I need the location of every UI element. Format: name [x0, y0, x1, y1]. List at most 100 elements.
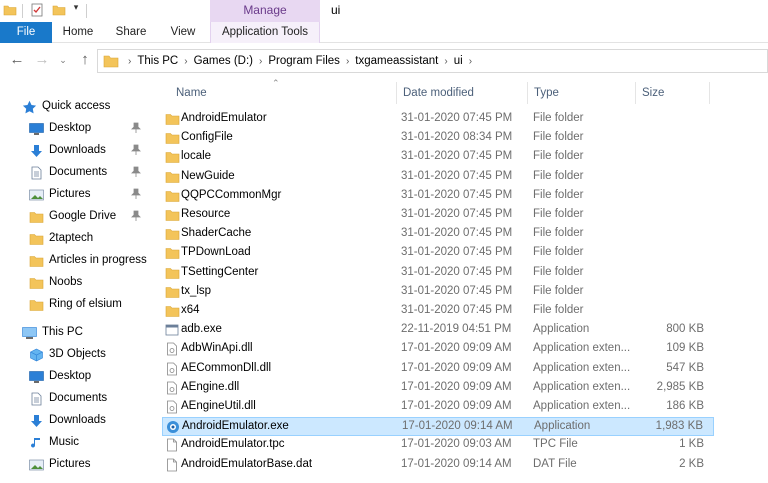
new-folder-icon[interactable]: [52, 3, 66, 17]
column-header-date-modified[interactable]: Date modified: [397, 82, 528, 104]
file-row[interactable]: AndroidEmulator 31-01-2020 07:45 PM File f…: [162, 110, 714, 129]
sidebar-item-desktop[interactable]: Desktop: [0, 118, 150, 140]
breadcrumb-segment[interactable]: Games (D:): [194, 55, 253, 67]
sidebar-item-documents[interactable]: Documents: [0, 162, 150, 184]
file-name: AECommonDll.dll: [181, 361, 272, 374]
file-type: File folder: [533, 131, 584, 144]
file-row[interactable]: locale 31-01-2020 07:45 PM File folder: [162, 148, 714, 167]
sidebar-item-pc-3d-objects[interactable]: 3D Objects: [0, 344, 150, 366]
address-bar[interactable]: › This PC › Games (D:) › Program Files › txgame…: [97, 49, 768, 73]
sidebar-item-2taptech[interactable]: 2taptech: [0, 228, 150, 250]
properties-icon[interactable]: [30, 3, 44, 17]
sidebar-item-pc-downloads[interactable]: Downloads: [0, 410, 150, 432]
file-date-modified: 31-01-2020 07:45 PM: [401, 208, 513, 220]
file-row[interactable]: AdbWinApi.dll 17-01-2020 09:09 AM Applicat…: [162, 340, 714, 359]
sidebar-item-pc-music[interactable]: Music: [0, 432, 150, 454]
sidebar-item-articles-in-progress[interactable]: Articles in progress: [0, 250, 150, 272]
back-arrow-icon[interactable]: ←: [8, 52, 26, 70]
chevron-right-icon[interactable]: ›: [178, 56, 193, 67]
recent-locations-chevron-icon[interactable]: ⌄: [54, 52, 72, 70]
emulator-app-icon: [166, 420, 180, 434]
sidebar-item-pc-desktop[interactable]: Desktop: [0, 366, 150, 388]
chevron-right-icon[interactable]: ›: [340, 56, 355, 67]
file-row[interactable]: AECommonDll.dll 17-01-2020 09:09 AM Applic…: [162, 360, 714, 379]
chevron-right-icon[interactable]: ›: [122, 56, 137, 67]
file-type: DAT File: [533, 457, 577, 470]
file-type: File folder: [533, 188, 584, 201]
chevron-right-icon[interactable]: ›: [438, 56, 453, 67]
file-row[interactable]: tx_lsp 31-01-2020 07:45 PM File folder: [162, 283, 714, 302]
file-row[interactable]: adb.exe 22-11-2019 04:51 PM Application 800…: [162, 321, 714, 340]
sidebar-item-google-drive[interactable]: Google Drive: [0, 206, 150, 228]
sidebar-item-downloads[interactable]: Downloads: [0, 140, 150, 162]
file-date-modified: 17-01-2020 09:09 AM: [401, 380, 512, 393]
file-row[interactable]: TSettingCenter 31-01-2020 07:45 PM File fo…: [162, 264, 714, 283]
folder-icon: [29, 232, 44, 246]
tab-share[interactable]: Share: [108, 22, 154, 43]
file-type: File folder: [533, 227, 584, 240]
tab-view[interactable]: View: [160, 22, 206, 43]
breadcrumb-segment[interactable]: Program Files: [268, 55, 340, 67]
breadcrumb-segment[interactable]: txgameassistant: [355, 55, 438, 67]
file-row[interactable]: AndroidEmulator.tpc 17-01-2020 09:03 AM TP…: [162, 436, 714, 455]
folder-icon: [29, 298, 44, 312]
file-row[interactable]: TPDownLoad 31-01-2020 07:45 PM File folder: [162, 244, 714, 263]
sidebar-item-2taptech-label: 2taptech: [49, 232, 94, 244]
breadcrumb-segment[interactable]: ui: [454, 55, 463, 67]
file-size: 186 KB: [666, 400, 704, 412]
tab-home[interactable]: Home: [52, 22, 104, 43]
folder-icon: [165, 304, 180, 318]
forward-arrow-icon[interactable]: →: [33, 52, 51, 70]
file-row[interactable]: Resource 31-01-2020 07:45 PM File folder: [162, 206, 714, 225]
file-name: AdbWinApi.dll: [181, 342, 253, 355]
file-name: TPDownLoad: [181, 246, 251, 259]
file-size: 2 KB: [679, 457, 704, 470]
file-name: x64: [181, 304, 200, 316]
window-title: ui: [331, 3, 341, 17]
file-type: Application: [534, 420, 591, 433]
column-header-size[interactable]: Size: [636, 82, 710, 104]
file-row[interactable]: NewGuide 31-01-2020 07:45 PM File folder: [162, 168, 714, 187]
sidebar-item-pictures[interactable]: Pictures: [0, 184, 150, 206]
chevron-right-icon[interactable]: ›: [253, 56, 268, 67]
pictures-icon: [29, 188, 44, 202]
file-size: 2,985 KB: [656, 380, 704, 393]
file-row[interactable]: ShaderCache 31-01-2020 07:45 PM File folde…: [162, 225, 714, 244]
up-arrow-icon[interactable]: ↑: [76, 52, 94, 70]
tab-file[interactable]: File: [0, 22, 52, 43]
sidebar-item-pc-pictures[interactable]: Pictures: [0, 454, 150, 476]
file-type: File folder: [533, 304, 584, 316]
customize-dropdown-icon[interactable]: ▾: [70, 2, 82, 16]
nav-quick-access[interactable]: Quick access: [0, 96, 150, 118]
file-size: 109 KB: [666, 342, 704, 355]
music-icon: [29, 436, 44, 450]
folder-icon: [165, 246, 180, 260]
file-row[interactable]: ConfigFile 31-01-2020 08:34 PM File folder: [162, 129, 714, 148]
file-date-modified: 31-01-2020 07:45 PM: [401, 188, 513, 201]
tab-application-tools[interactable]: Application Tools: [210, 22, 320, 43]
sidebar-item-pc-pictures-label: Pictures: [49, 458, 91, 470]
column-header-name[interactable]: Name: [170, 82, 397, 104]
toolbar-divider: [22, 4, 23, 18]
file-row[interactable]: AndroidEmulator.exe 17-01-2020 09:14 AM Ap…: [162, 417, 714, 437]
sidebar-item-noobs[interactable]: Noobs: [0, 272, 150, 294]
breadcrumb-segment[interactable]: This PC: [137, 55, 178, 67]
file-type: File folder: [533, 112, 584, 124]
file-row[interactable]: AEngineUtil.dll 17-01-2020 09:09 AM Applic…: [162, 398, 714, 417]
file-date-modified: 31-01-2020 08:34 PM: [401, 131, 513, 144]
file-row[interactable]: AndroidEmulatorBase.dat 17-01-2020 09:14 …: [162, 456, 714, 475]
file-type: File folder: [533, 208, 584, 220]
file-date-modified: 17-01-2020 09:14 AM: [402, 420, 513, 433]
downloads-icon: [29, 414, 44, 428]
nav-this-pc[interactable]: This PC: [0, 322, 150, 344]
folder-icon: [165, 208, 180, 222]
file-row[interactable]: QQPCCommonMgr 31-01-2020 07:45 PM File fol…: [162, 187, 714, 206]
file-row[interactable]: AEngine.dll 17-01-2020 09:09 AM Applicatio…: [162, 379, 714, 398]
file-row[interactable]: x64 31-01-2020 07:45 PM File folder: [162, 302, 714, 321]
column-header-type[interactable]: Type: [528, 82, 636, 104]
file-date-modified: 22-11-2019 04:51 PM: [401, 323, 512, 336]
chevron-right-icon[interactable]: ›: [463, 56, 478, 67]
sidebar-item-ring-of-elsium[interactable]: Ring of elsium: [0, 294, 150, 316]
documents-icon: [29, 166, 44, 180]
sidebar-item-pc-documents[interactable]: Documents: [0, 388, 150, 410]
